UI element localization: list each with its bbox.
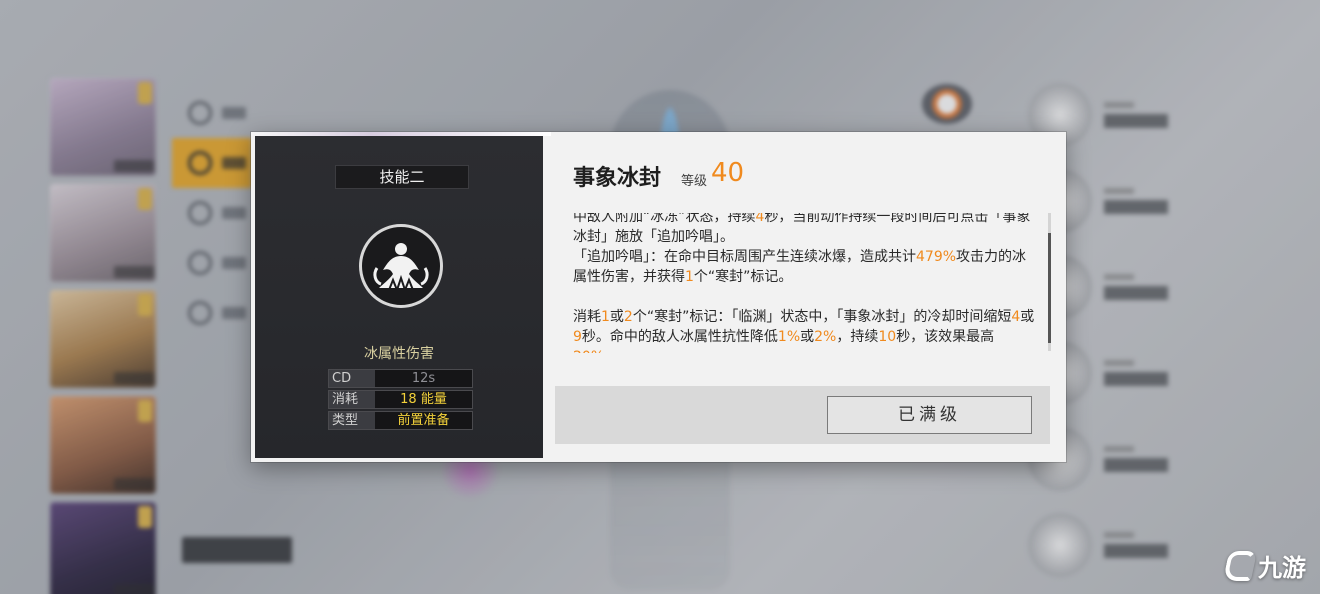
skill-level-label: 等级: [681, 174, 708, 189]
ice-spirit-skill-icon: [359, 224, 443, 308]
description-text: 秒。命中的敌人冰属性抗性降低: [581, 329, 778, 345]
stat-row-cd: CD 12s: [328, 369, 473, 388]
description-paragraph: 「追加吟唱」：在命中目标周围产生连续冰爆，造成共计479%攻击力的冰属性伤害，并…: [573, 247, 1039, 287]
skill-summary-panel: 技能二 冰属性伤害 CD 12s 消耗 18 能量 类型 前置准备: [255, 136, 543, 458]
highlight-value: 10: [878, 329, 897, 345]
skill-stats-table: CD 12s 消耗 18 能量 类型 前置准备: [328, 369, 473, 432]
description-text: 或: [609, 309, 624, 325]
stat-key: CD: [329, 370, 375, 387]
highlight-value: 4: [1011, 309, 1021, 325]
description-text: 中敌人附加“冰冻”状态，持续: [573, 213, 756, 225]
description-text: ，持续: [836, 329, 879, 345]
dialog-footer: 已满级: [555, 386, 1050, 444]
skill-level-value: 40: [711, 158, 745, 188]
highlight-value: 1: [685, 269, 694, 285]
highlight-value: 479%: [916, 249, 957, 265]
stat-value: 前置准备: [375, 412, 472, 429]
description-text: 。: [604, 349, 618, 353]
description-text: 「追加吟唱」：在命中目标周围产生连续冰爆，造成共计: [573, 249, 916, 265]
description-text: 消耗: [573, 309, 601, 325]
skill-title: 事象冰封: [573, 166, 662, 191]
description-scrollbar[interactable]: [1048, 213, 1051, 351]
highlight-value: 2%: [814, 329, 837, 345]
jiuyou-watermark-logo: 九游: [1222, 548, 1306, 583]
skill-detail-dialog: 技能二 冰属性伤害 CD 12s 消耗 18 能量 类型 前置准备 事象冰封 等…: [251, 132, 1066, 462]
scrollbar-thumb[interactable]: [1048, 233, 1051, 343]
max-level-button[interactable]: 已满级: [827, 396, 1032, 434]
stat-value: 12s: [375, 370, 472, 387]
description-paragraph: 中敌人附加“冰冻”状态，持续4秒，当前动作持续一段时间后可点击「事象冰封」施放「…: [573, 213, 1039, 247]
stat-value: 18 能量: [375, 391, 472, 408]
highlight-value: 1%: [777, 329, 801, 345]
skill-description-scroll[interactable]: 中敌人附加“冰冻”状态，持续4秒，当前动作持续一段时间后可点击「事象冰封」施放「…: [573, 213, 1045, 353]
stat-key: 类型: [329, 412, 375, 429]
stat-row-type: 类型 前置准备: [328, 411, 473, 430]
skill-description-panel: 事象冰封 等级 40 中敌人附加“冰冻”状态，持续4秒，当前动作持续一段时间后可…: [543, 136, 1062, 458]
description-text: 或: [800, 329, 815, 345]
highlight-value: 9: [573, 329, 582, 345]
description-text: 个“寒封”标记：「临渊」状态中，「事象冰封」的冷却时间缩短: [632, 309, 1012, 325]
description-paragraph: 消耗1或2个“寒封”标记：「临渊」状态中，「事象冰封」的冷却时间缩短4或9秒。命…: [573, 307, 1039, 353]
jiuyou-logo-icon: [1222, 550, 1258, 581]
description-text: 个“寒封”标记。: [693, 269, 793, 285]
description-text: 秒，该效果最高: [896, 329, 995, 345]
stat-row-cost: 消耗 18 能量: [328, 390, 473, 409]
watermark-text: 九游: [1258, 554, 1306, 582]
highlight-value: 2: [623, 309, 633, 325]
damage-type-label: 冰属性伤害: [364, 346, 434, 362]
stat-key: 消耗: [329, 391, 375, 408]
highlight-value: 1: [601, 309, 610, 325]
highlight-value: 20%: [573, 349, 604, 353]
description-text: 或: [1020, 309, 1035, 325]
skill-slot-label: 技能二: [335, 165, 469, 189]
